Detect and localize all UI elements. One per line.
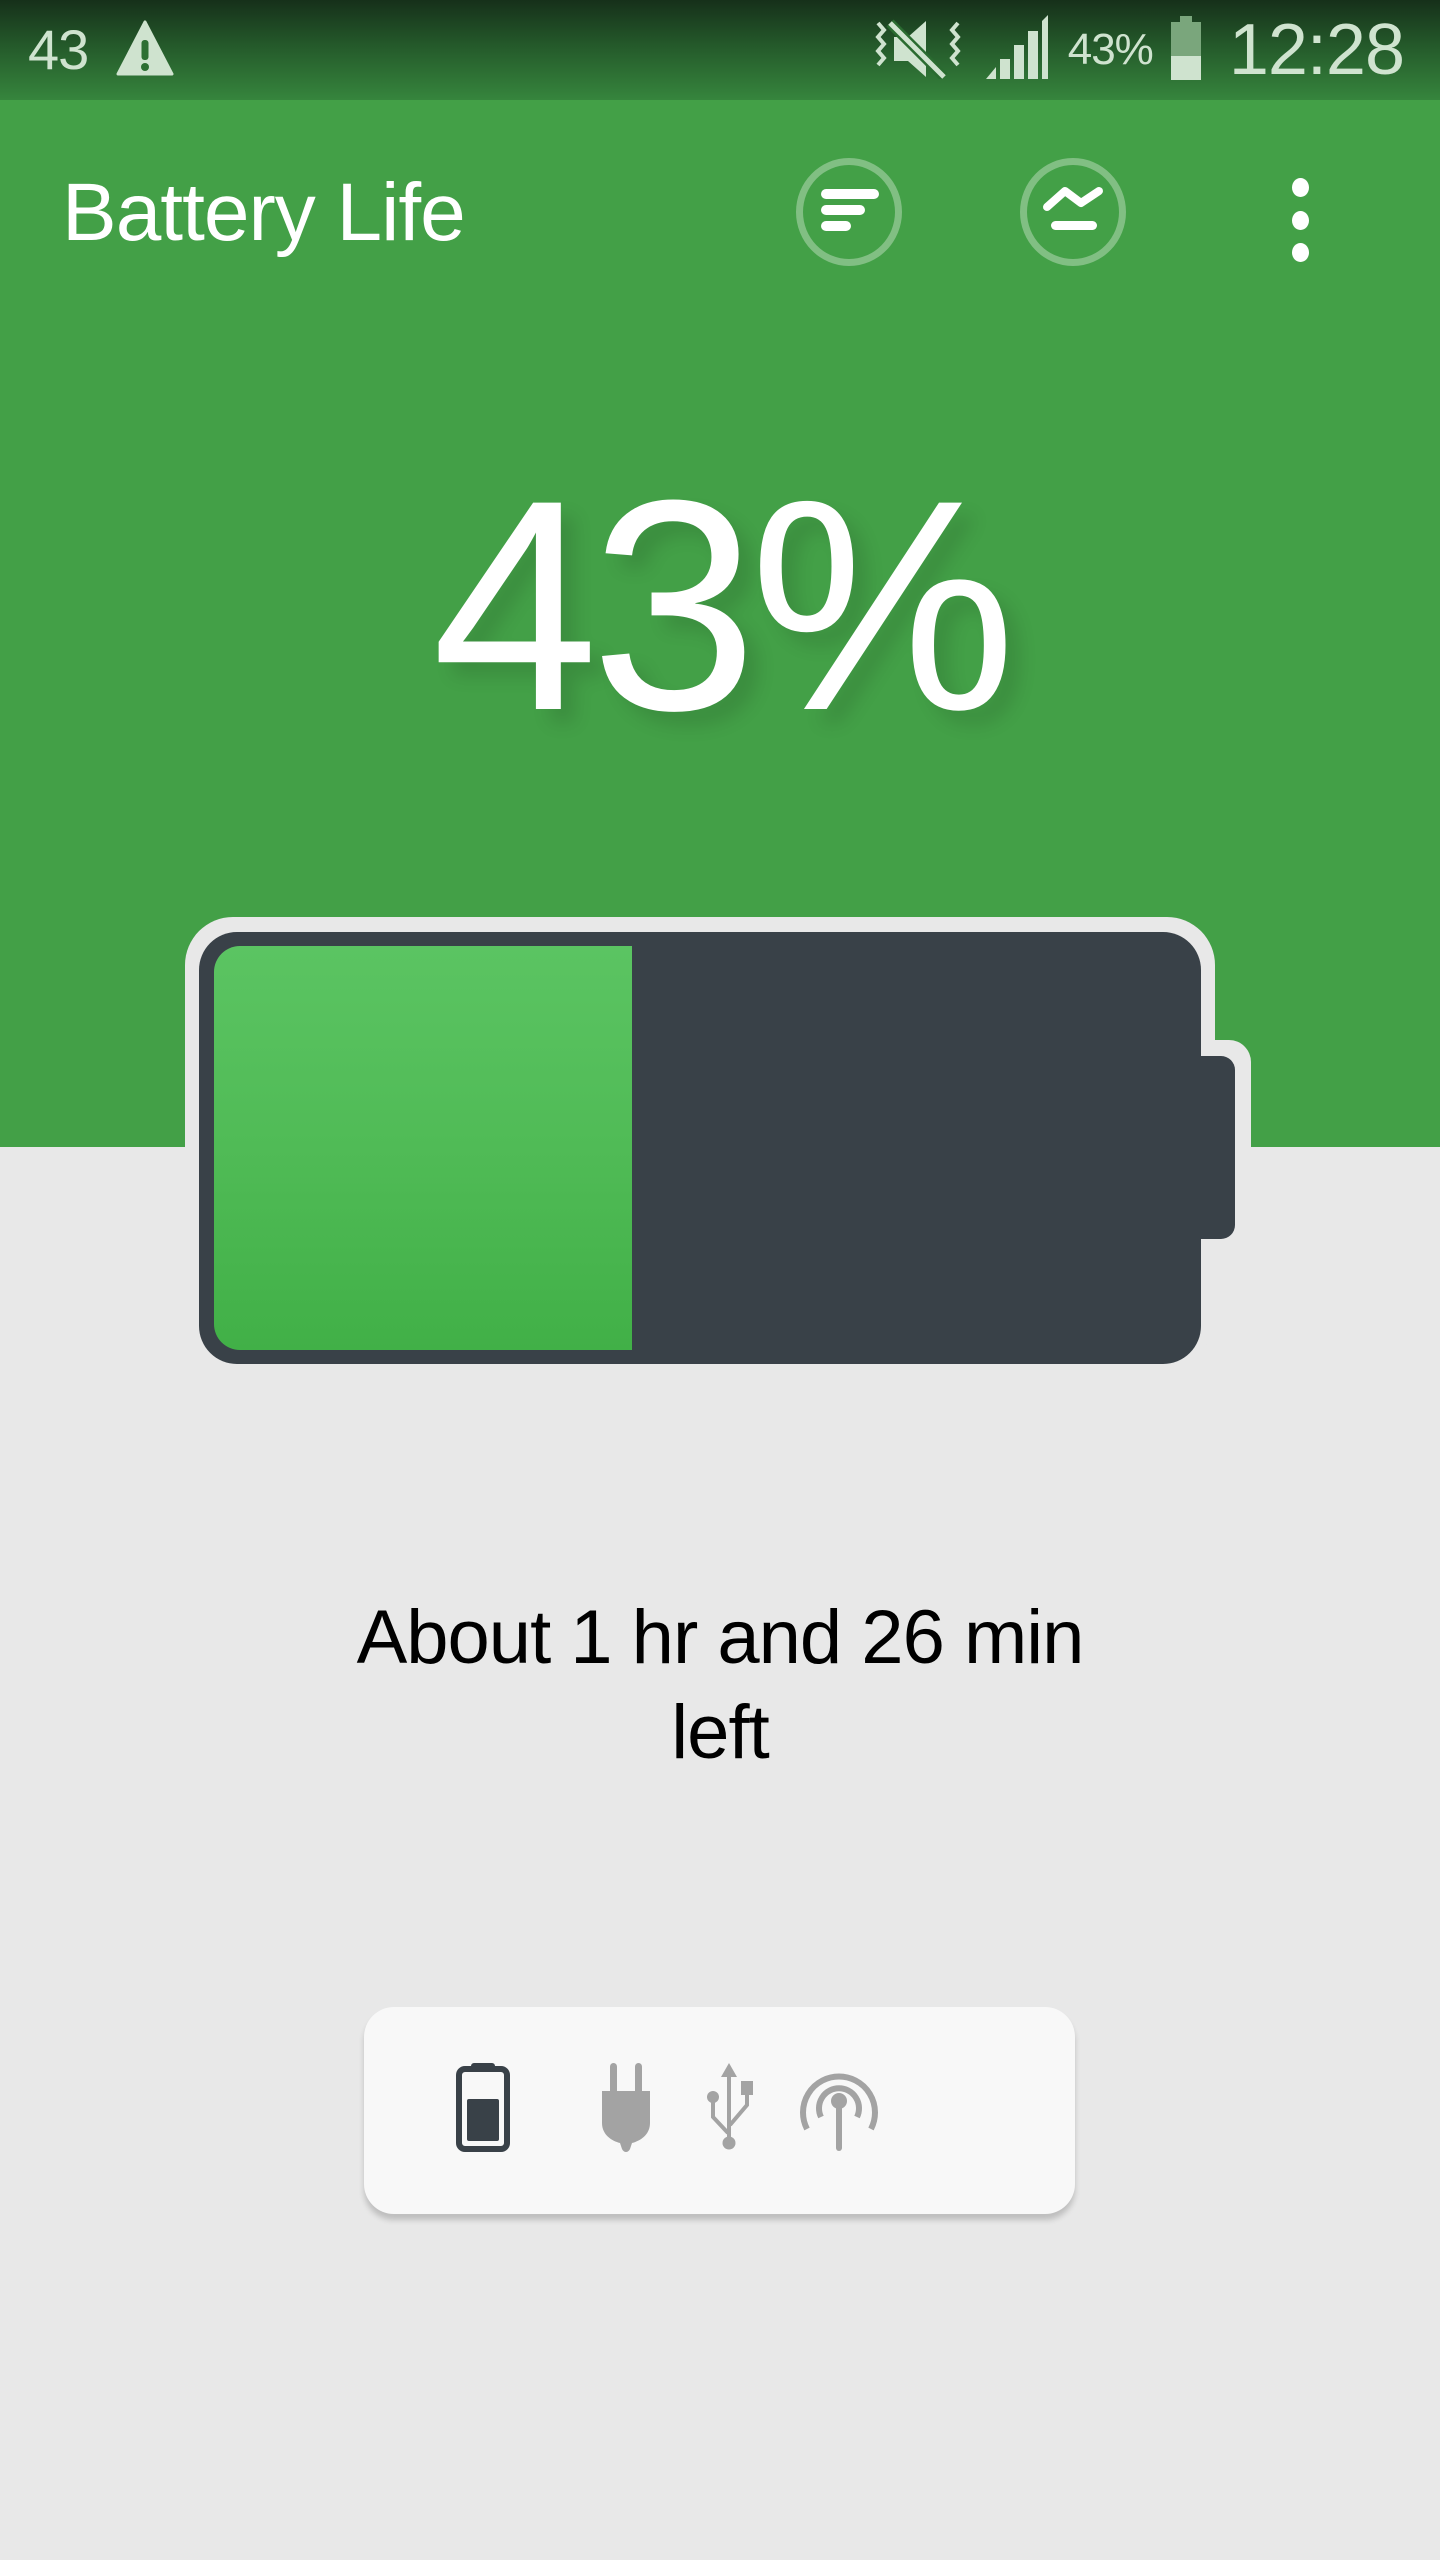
power-source-wireless[interactable]: [789, 2059, 889, 2159]
warning-icon: [116, 20, 174, 81]
battery-status-icon: [1170, 15, 1201, 85]
battery-terminal: [1195, 1056, 1235, 1239]
battery-percent-text: 43%: [1067, 25, 1154, 74]
power-source-ac[interactable]: [576, 2059, 676, 2159]
status-bar: 43 43% 12:28: [0, 0, 1440, 100]
power-source-usb[interactable]: [679, 2059, 779, 2159]
more-vert-icon-dot: [1291, 210, 1309, 230]
clock: 12:28: [1228, 10, 1405, 90]
usb-icon: [701, 2061, 757, 2158]
battery-level-fill: [214, 946, 632, 1350]
power-source-selector: [364, 2007, 1075, 2214]
chart-line-icon: [1041, 185, 1105, 240]
notification-count: 43: [28, 18, 89, 81]
battery-icon: [455, 2061, 511, 2158]
time-remaining: About 1 hr and 26 min left: [356, 1595, 1085, 1775]
more-vert-icon-dot: [1291, 243, 1309, 262]
battery-percentage: 43%: [431, 437, 1016, 773]
filter-list-icon: [817, 185, 881, 240]
more-vert-icon: [1291, 178, 1309, 197]
wireless-icon: [793, 2061, 885, 2158]
vibrate-mute-icon: [870, 17, 966, 84]
power-source-battery[interactable]: [433, 2059, 533, 2159]
app-bar: Battery Life: [0, 100, 1440, 330]
app-title: Battery Life: [62, 167, 466, 258]
power-plug-icon: [598, 2061, 654, 2158]
filter-button[interactable]: [796, 158, 902, 266]
more-options-button[interactable]: [1270, 178, 1330, 262]
stats-button[interactable]: [1020, 158, 1126, 266]
signal-icon: [984, 14, 1050, 86]
